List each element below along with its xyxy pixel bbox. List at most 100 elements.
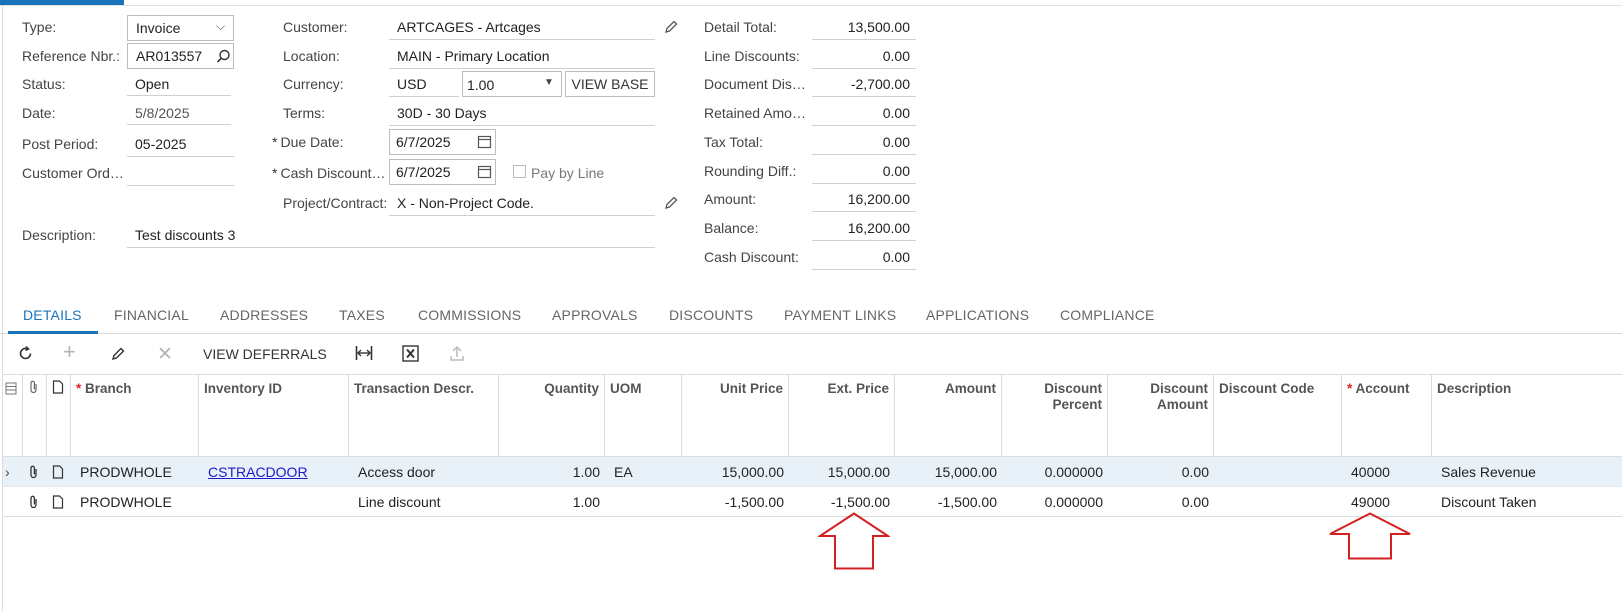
active-tab-indicator: [8, 331, 98, 334]
delete-icon[interactable]: ✕: [157, 343, 173, 366]
cash-discount-date-input[interactable]: 6/7/2025: [389, 159, 496, 185]
cash-discount-date-value: 6/7/2025: [396, 164, 451, 180]
tab-compliance[interactable]: COMPLIANCE: [1060, 307, 1155, 323]
header-quantity[interactable]: Quantity: [499, 374, 605, 456]
row-selector-chevron-icon[interactable]: ›: [3, 457, 19, 487]
tab-addresses[interactable]: ADDRESSES: [220, 307, 308, 323]
cell-inventory[interactable]: [199, 487, 349, 517]
chevron-down-icon: ⌵: [216, 19, 226, 33]
note-icon[interactable]: [47, 457, 71, 487]
location-input[interactable]: MAIN - Primary Location: [389, 48, 655, 69]
grid-settings-header[interactable]: [3, 374, 23, 456]
location-label: Location:: [283, 48, 340, 64]
refresh-icon[interactable]: [17, 345, 34, 362]
cell-disc-code[interactable]: [1214, 457, 1342, 487]
total-label: Amount:: [704, 191, 757, 207]
reference-value: AR013557: [136, 48, 203, 64]
customer-input[interactable]: ARTCAGES - Artcages: [389, 19, 655, 40]
tab-commissions[interactable]: COMMISSIONS: [418, 307, 521, 323]
type-select[interactable]: Invoice ⌵: [127, 15, 234, 41]
cell-disc-percent[interactable]: 0.000000: [1002, 487, 1108, 517]
currency-rate-select[interactable]: 1.00 ▼: [462, 71, 562, 97]
note-icon[interactable]: [47, 487, 71, 517]
cell-disc-amount[interactable]: 0.00: [1108, 457, 1214, 487]
terms-input[interactable]: 30D - 30 Days: [389, 105, 655, 126]
due-date-input[interactable]: 6/7/2025: [389, 129, 496, 155]
top-accent-bar: [0, 0, 124, 5]
cell-unit-price[interactable]: -1,500.00: [682, 487, 789, 517]
add-icon[interactable]: +: [63, 340, 76, 364]
cell-disc-code[interactable]: [1214, 487, 1342, 517]
reference-input[interactable]: AR013557: [127, 43, 234, 69]
customer-order-input[interactable]: [127, 165, 234, 186]
total-label: Tax Total:: [704, 134, 763, 150]
project-label: Project/Contract:: [283, 195, 388, 211]
fit-columns-icon[interactable]: [355, 345, 373, 361]
cell-inventory[interactable]: CSTRACDOOR: [199, 457, 349, 487]
table-row[interactable]: › PRODWHOLE CSTRACDOOR Access door 1.00 EA 15,…: [3, 457, 1622, 487]
header-amount[interactable]: Amount: [895, 374, 1002, 456]
header-branch[interactable]: * Branch: [71, 374, 199, 456]
cell-unit-price[interactable]: 15,000.00: [682, 457, 789, 487]
header-description[interactable]: Description: [1432, 374, 1622, 456]
cell-trans-descr[interactable]: Line discount: [349, 487, 499, 517]
header-account[interactable]: * Account: [1342, 374, 1432, 456]
calendar-icon[interactable]: [477, 164, 492, 179]
cell-description[interactable]: Discount Taken: [1432, 487, 1622, 517]
cell-account[interactable]: 40000: [1342, 457, 1432, 487]
cell-amount[interactable]: 15,000.00: [895, 457, 1002, 487]
upload-icon[interactable]: [449, 345, 465, 362]
total-value: 0.00: [812, 163, 916, 184]
header-uom[interactable]: UOM: [605, 374, 682, 456]
inventory-id-link[interactable]: CSTRACDOOR: [208, 464, 308, 480]
cell-quantity[interactable]: 1.00: [499, 487, 605, 517]
view-base-button[interactable]: VIEW BASE: [565, 71, 655, 97]
cell-branch[interactable]: PRODWHOLE: [71, 487, 199, 517]
tab-financial[interactable]: FINANCIAL: [114, 307, 189, 323]
edit-pencil-icon[interactable]: [110, 346, 126, 362]
tab-taxes[interactable]: TAXES: [339, 307, 385, 323]
tab-payment-links[interactable]: PAYMENT LINKS: [784, 307, 896, 323]
header-transaction-descr[interactable]: Transaction Descr.: [349, 374, 499, 456]
currency-rate-value: 1.00: [467, 77, 495, 93]
header-unit-price[interactable]: Unit Price: [682, 374, 789, 456]
reference-label: Reference Nbr.:: [22, 48, 121, 64]
header-discount-code[interactable]: Discount Code: [1214, 374, 1342, 456]
cell-amount[interactable]: -1,500.00: [895, 487, 1002, 517]
attachment-paperclip-icon[interactable]: [23, 457, 47, 487]
view-deferrals-button[interactable]: VIEW DEFERRALS: [203, 346, 327, 362]
cell-trans-descr[interactable]: Access door: [349, 457, 499, 487]
total-label: Rounding Diff.:: [704, 163, 797, 179]
search-icon[interactable]: [216, 49, 231, 64]
due-date-value: 6/7/2025: [396, 134, 451, 150]
tab-details[interactable]: DETAILS: [23, 307, 82, 323]
tab-discounts[interactable]: DISCOUNTS: [669, 307, 753, 323]
grid-settings-icon[interactable]: [5, 382, 17, 395]
tab-approvals[interactable]: APPROVALS: [552, 307, 638, 323]
description-input[interactable]: Test discounts 3: [127, 227, 655, 248]
edit-pencil-icon[interactable]: [663, 195, 679, 211]
cell-disc-percent[interactable]: 0.000000: [1002, 457, 1108, 487]
cell-branch[interactable]: PRODWHOLE: [71, 457, 199, 487]
attachment-paperclip-icon[interactable]: [23, 487, 47, 517]
pay-by-line-checkbox[interactable]: [513, 165, 526, 178]
cell-uom[interactable]: EA: [605, 457, 682, 487]
cell-quantity[interactable]: 1.00: [499, 457, 605, 487]
header-discount-percent[interactable]: Discount Percent: [1002, 374, 1108, 456]
cell-ext-price[interactable]: 15,000.00: [789, 457, 895, 487]
calendar-icon[interactable]: [477, 134, 492, 149]
header-inventory-id[interactable]: Inventory ID: [199, 374, 349, 456]
total-value: 16,200.00: [812, 191, 916, 212]
header-discount-amount[interactable]: Discount Amount: [1108, 374, 1214, 456]
project-input[interactable]: X - Non-Project Code.: [389, 195, 655, 216]
edit-pencil-icon[interactable]: [663, 19, 679, 35]
required-marker: *: [272, 165, 278, 181]
cell-disc-amount[interactable]: 0.00: [1108, 487, 1214, 517]
cell-uom[interactable]: [605, 487, 682, 517]
tab-applications[interactable]: APPLICATIONS: [926, 307, 1029, 323]
cell-description[interactable]: Sales Revenue: [1432, 457, 1622, 487]
excel-export-icon[interactable]: [402, 345, 419, 362]
details-grid: * Branch Inventory ID Transaction Descr.…: [3, 374, 1622, 517]
header-ext-price[interactable]: Ext. Price: [789, 374, 895, 456]
post-period-input[interactable]: 05-2025: [127, 136, 234, 157]
